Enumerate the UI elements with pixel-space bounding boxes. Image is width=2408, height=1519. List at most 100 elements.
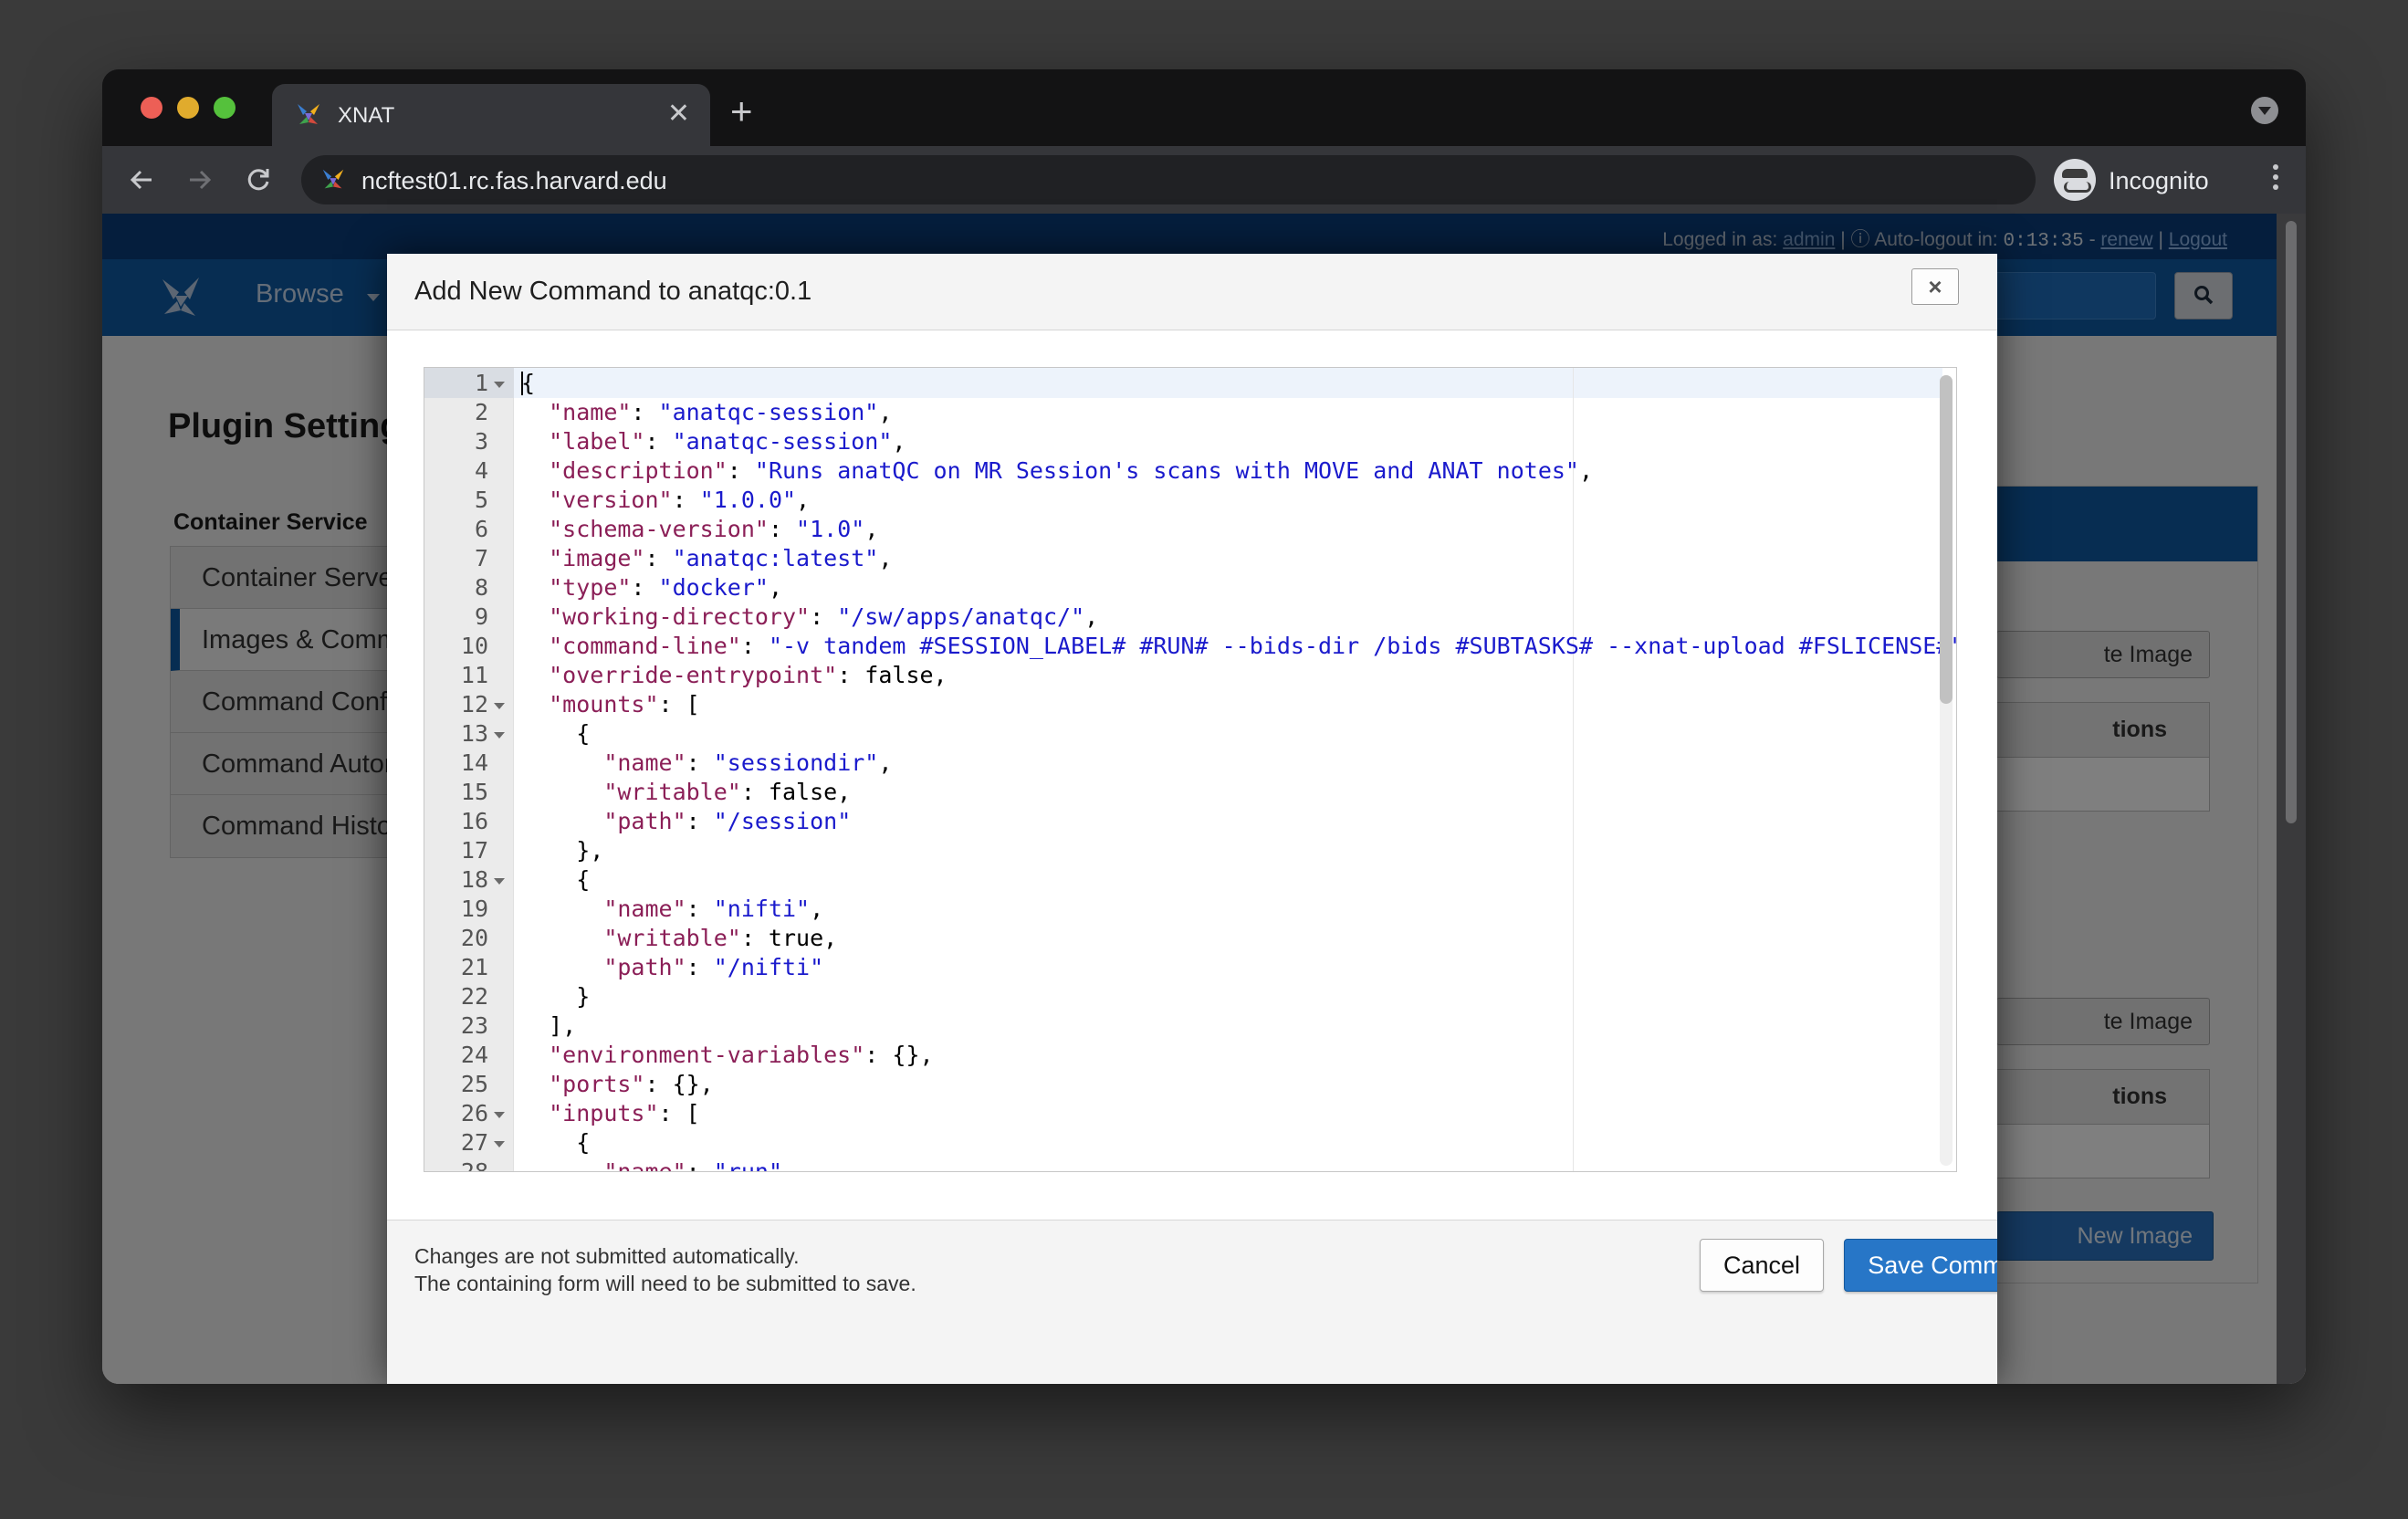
json-punctuation: : bbox=[631, 574, 659, 601]
editor-scrollbar[interactable] bbox=[1940, 375, 1953, 1166]
code-line[interactable]: 20 "writable": true, bbox=[424, 924, 1956, 953]
code-line[interactable]: 19 "name": "nifti", bbox=[424, 895, 1956, 924]
json-punctuation bbox=[521, 603, 549, 630]
close-window-button[interactable] bbox=[141, 97, 162, 119]
code-line[interactable]: 3 "label": "anatqc-session", bbox=[424, 427, 1956, 456]
json-punctuation bbox=[521, 691, 549, 718]
fold-toggle-icon[interactable] bbox=[494, 703, 505, 709]
json-punctuation bbox=[521, 749, 603, 776]
code-line[interactable]: 8 "type": "docker", bbox=[424, 573, 1956, 602]
json-punctuation: , bbox=[1578, 457, 1594, 484]
json-string: "docker" bbox=[658, 574, 769, 601]
minimize-window-button[interactable] bbox=[177, 97, 199, 119]
code-text: "path": "/nifti" bbox=[521, 953, 823, 982]
json-punctuation bbox=[521, 1071, 549, 1097]
back-arrow-icon bbox=[130, 170, 152, 190]
json-punctuation: : bbox=[740, 633, 769, 659]
fold-toggle-icon[interactable] bbox=[494, 1112, 505, 1118]
browser-tab-xnat[interactable]: XNAT ✕ bbox=[272, 84, 710, 146]
page-scrollbar[interactable] bbox=[2277, 214, 2306, 1384]
code-text: "mounts": [ bbox=[521, 690, 700, 719]
line-number: 6 bbox=[474, 516, 488, 542]
json-string: "/sw/apps/anatqc/" bbox=[837, 603, 1085, 630]
line-number: 27 bbox=[460, 1129, 488, 1156]
code-line[interactable]: 15 "writable": false, bbox=[424, 778, 1956, 807]
save-command-button[interactable]: Save Command bbox=[1844, 1239, 1997, 1292]
code-text: "working-directory": "/sw/apps/anatqc/", bbox=[521, 602, 1098, 632]
tab-close-icon[interactable]: ✕ bbox=[667, 98, 690, 131]
fold-toggle-icon[interactable] bbox=[494, 732, 505, 739]
browser-menu-icon[interactable] bbox=[2273, 164, 2280, 195]
code-line[interactable]: 27 { bbox=[424, 1128, 1956, 1158]
json-punctuation bbox=[521, 457, 549, 484]
fold-toggle-icon[interactable] bbox=[494, 382, 505, 388]
code-text: "override-entrypoint": false, bbox=[521, 661, 947, 690]
code-line[interactable]: 9 "working-directory": "/sw/apps/anatqc/… bbox=[424, 602, 1956, 632]
code-line[interactable]: 5 "version": "1.0.0", bbox=[424, 486, 1956, 515]
code-line[interactable]: 22 } bbox=[424, 982, 1956, 1011]
new-tab-button[interactable]: + bbox=[730, 92, 753, 131]
code-text: "inputs": [ bbox=[521, 1099, 700, 1128]
json-punctuation bbox=[521, 516, 549, 542]
scrollbar-thumb[interactable] bbox=[2286, 221, 2297, 823]
code-line[interactable]: 24 "environment-variables": {}, bbox=[424, 1041, 1956, 1070]
code-line[interactable]: 6 "schema-version": "1.0", bbox=[424, 515, 1956, 544]
json-key: "working-directory" bbox=[549, 603, 811, 630]
maximize-window-button[interactable] bbox=[214, 97, 236, 119]
json-string: "-v tandem #SESSION_LABEL# #RUN# --bids-… bbox=[768, 633, 1957, 659]
code-line[interactable]: 13 { bbox=[424, 719, 1956, 749]
json-punctuation: : bbox=[686, 896, 714, 922]
fold-toggle-icon[interactable] bbox=[494, 1141, 505, 1147]
code-line[interactable]: 17 }, bbox=[424, 836, 1956, 865]
code-line[interactable]: 23 ], bbox=[424, 1011, 1956, 1041]
json-punctuation bbox=[521, 399, 549, 425]
code-line[interactable]: 4 "description": "Runs anatQC on MR Sess… bbox=[424, 456, 1956, 486]
json-string: "Runs anatQC on MR Session's scans with … bbox=[754, 457, 1579, 484]
tab-search-icon[interactable] bbox=[2251, 97, 2278, 124]
code-line[interactable]: 1{ bbox=[424, 369, 1956, 398]
fold-toggle-icon[interactable] bbox=[494, 878, 505, 885]
json-punctuation: : bbox=[672, 487, 700, 513]
json-code-editor[interactable]: 1{2 "name": "anatqc-session", 3 "label": … bbox=[424, 367, 1957, 1172]
code-line[interactable]: 7 "image": "anatqc:latest", bbox=[424, 544, 1956, 573]
json-punctuation: { bbox=[521, 866, 591, 893]
code-line[interactable]: 28 "name": "run", bbox=[424, 1158, 1956, 1172]
back-button[interactable] bbox=[119, 157, 164, 203]
json-punctuation: , bbox=[768, 574, 783, 601]
forward-button[interactable] bbox=[177, 157, 223, 203]
code-line[interactable]: 14 "name": "sessiondir", bbox=[424, 749, 1956, 778]
cancel-button[interactable]: Cancel bbox=[1700, 1239, 1824, 1292]
json-string: "anatqc:latest" bbox=[672, 545, 879, 571]
code-line[interactable]: 16 "path": "/session" bbox=[424, 807, 1956, 836]
code-line[interactable]: 12 "mounts": [ bbox=[424, 690, 1956, 719]
code-line[interactable]: 18 { bbox=[424, 865, 1956, 895]
code-line[interactable]: 10 "command-line": "-v tandem #SESSION_L… bbox=[424, 632, 1956, 661]
code-text: } bbox=[521, 982, 590, 1011]
json-string: "run" bbox=[713, 1158, 782, 1172]
json-punctuation: : false, bbox=[837, 662, 947, 688]
reload-button[interactable] bbox=[236, 157, 281, 203]
line-number: 10 bbox=[460, 633, 488, 659]
editor-scrollbar-thumb[interactable] bbox=[1940, 375, 1953, 704]
json-punctuation: { bbox=[521, 720, 591, 747]
footer-note: Changes are not submitted automatically.… bbox=[414, 1242, 916, 1297]
code-line[interactable]: 26 "inputs": [ bbox=[424, 1099, 1956, 1128]
code-line[interactable]: 21 "path": "/nifti" bbox=[424, 953, 1956, 982]
json-string: "1.0.0" bbox=[699, 487, 797, 513]
code-line[interactable]: 11 "override-entrypoint": false, bbox=[424, 661, 1956, 690]
line-number: 22 bbox=[460, 983, 488, 1010]
close-icon[interactable]: × bbox=[1911, 268, 1959, 305]
json-punctuation: : [ bbox=[658, 1100, 700, 1126]
code-line[interactable]: 25 "ports": {}, bbox=[424, 1070, 1956, 1099]
line-number: 20 bbox=[460, 925, 488, 951]
incognito-indicator[interactable]: Incognito bbox=[2054, 153, 2227, 206]
line-number: 3 bbox=[474, 428, 488, 455]
code-line[interactable]: 2 "name": "anatqc-session", bbox=[424, 398, 1956, 427]
xnat-favicon-icon bbox=[298, 104, 319, 124]
address-bar[interactable]: ncftest01.rc.fas.harvard.edu bbox=[301, 155, 2036, 204]
json-punctuation bbox=[521, 487, 549, 513]
line-number: 28 bbox=[460, 1158, 488, 1172]
json-punctuation bbox=[521, 1158, 603, 1171]
json-punctuation: , bbox=[782, 1158, 797, 1172]
json-punctuation bbox=[521, 545, 549, 571]
